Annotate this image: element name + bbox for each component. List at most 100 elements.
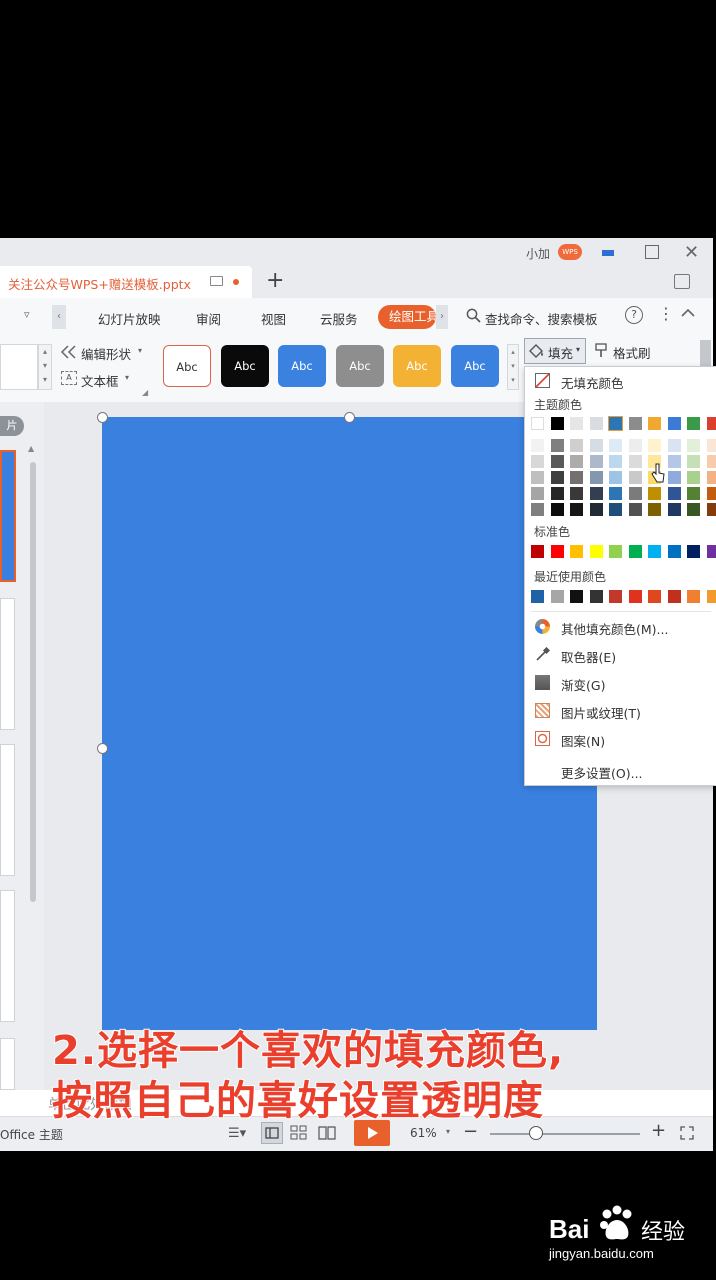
theme-color-swatch[interactable] — [550, 439, 564, 452]
panel-scroll-up-icon[interactable]: ▲ — [28, 444, 34, 453]
more-fill-colors-option[interactable]: 其他填充颜色(M)... — [525, 614, 716, 640]
fill-arrow-icon[interactable]: ▾ — [576, 345, 580, 354]
theme-color-swatch[interactable] — [550, 487, 564, 500]
theme-color-swatch[interactable] — [628, 487, 642, 500]
theme-color-swatch[interactable] — [687, 471, 700, 484]
theme-color-swatch[interactable] — [589, 439, 603, 452]
theme-color-swatch[interactable] — [589, 487, 603, 500]
gallery-scroll-icon[interactable]: ▴ ▾ ▾ — [38, 344, 52, 390]
shape-style-4[interactable]: Abc — [336, 345, 384, 387]
theme-color-swatch[interactable] — [648, 417, 661, 430]
resize-handle-top-middle[interactable] — [344, 412, 355, 423]
dropdown-small-icon[interactable]: ▿ — [24, 308, 30, 321]
standard-color-swatch[interactable] — [706, 545, 716, 558]
theme-color-swatch[interactable] — [706, 439, 716, 452]
theme-color-swatch[interactable] — [570, 417, 583, 430]
pattern-option[interactable]: 图案(N) — [525, 726, 716, 752]
recent-color-swatch[interactable] — [531, 590, 544, 603]
theme-color-swatch[interactable] — [667, 503, 681, 516]
theme-color-swatch[interactable] — [589, 417, 603, 430]
edit-shape-arrow-icon[interactable]: ▾ — [138, 346, 142, 355]
reading-view-icon[interactable] — [318, 1125, 336, 1141]
standard-color-swatch[interactable] — [667, 545, 681, 558]
recent-color-swatch[interactable] — [706, 590, 716, 603]
fill-bucket-icon[interactable] — [527, 343, 545, 359]
theme-color-swatch[interactable] — [531, 503, 544, 516]
theme-color-swatch[interactable] — [570, 471, 583, 484]
edit-shape-button[interactable]: 编辑形状 — [81, 344, 131, 363]
shape-gallery-icon[interactable] — [0, 344, 38, 390]
standard-color-swatch[interactable] — [648, 545, 661, 558]
theme-color-swatch[interactable] — [687, 487, 700, 500]
theme-color-swatch[interactable] — [570, 439, 583, 452]
fill-button[interactable]: 填充 — [548, 343, 573, 362]
zoom-level[interactable]: 61% — [410, 1126, 437, 1140]
zoom-dropdown-icon[interactable]: ▾ — [446, 1127, 450, 1136]
theme-color-swatch[interactable] — [628, 417, 642, 430]
slide-sorter-icon[interactable] — [290, 1125, 308, 1141]
theme-color-swatch[interactable] — [609, 471, 622, 484]
zoom-in-icon[interactable]: + — [651, 1120, 666, 1141]
theme-color-swatch[interactable] — [628, 503, 642, 516]
user-name[interactable]: 小加 — [526, 245, 550, 262]
search-icon[interactable] — [466, 308, 481, 323]
slide-thumbnail-5[interactable] — [0, 1038, 15, 1090]
sidebar-toggle-icon[interactable] — [674, 274, 690, 289]
new-tab-plus-icon[interactable]: + — [266, 268, 284, 293]
slide-thumbnail-2[interactable] — [0, 598, 15, 730]
recent-color-swatch[interactable] — [550, 590, 564, 603]
recent-color-swatch[interactable] — [628, 590, 642, 603]
theme-color-swatch[interactable] — [687, 455, 700, 468]
theme-color-swatch[interactable] — [609, 439, 622, 452]
theme-color-swatch[interactable] — [550, 471, 564, 484]
recent-color-swatch[interactable] — [648, 590, 661, 603]
theme-color-swatch[interactable] — [706, 417, 716, 430]
format-brush-icon[interactable] — [594, 342, 608, 358]
theme-color-swatch[interactable] — [687, 417, 700, 430]
style-gallery-scroll-icon[interactable]: ▴ ▾ ▾ — [507, 344, 519, 390]
theme-color-swatch[interactable] — [531, 471, 544, 484]
theme-color-swatch[interactable] — [706, 455, 716, 468]
menu-cloud[interactable]: 云服务 — [320, 309, 358, 328]
shape-style-3[interactable]: Abc — [278, 345, 326, 387]
theme-color-swatch[interactable] — [687, 503, 700, 516]
theme-color-swatch[interactable] — [570, 455, 583, 468]
theme-color-swatch[interactable] — [531, 455, 544, 468]
recent-color-swatch[interactable] — [589, 590, 603, 603]
window-layout-icon[interactable] — [602, 250, 614, 256]
slide-thumbnail-4[interactable] — [0, 890, 15, 1022]
theme-color-swatch[interactable] — [531, 439, 544, 452]
recent-color-swatch[interactable] — [667, 590, 681, 603]
theme-color-swatch[interactable] — [628, 455, 642, 468]
collapse-ribbon-icon[interactable] — [680, 305, 696, 321]
standard-color-swatch[interactable] — [531, 545, 544, 558]
theme-color-swatch[interactable] — [609, 487, 622, 500]
theme-color-swatch[interactable] — [550, 455, 564, 468]
recent-color-swatch[interactable] — [609, 590, 622, 603]
slide-thumbnail-3[interactable] — [0, 744, 15, 876]
recent-color-swatch[interactable] — [570, 590, 583, 603]
recent-color-swatch[interactable] — [687, 590, 700, 603]
panel-scrollbar[interactable] — [30, 462, 36, 902]
format-brush-button[interactable]: 格式刷 — [613, 343, 651, 362]
theme-color-swatch[interactable] — [706, 487, 716, 500]
theme-color-swatch[interactable] — [648, 439, 661, 452]
theme-color-swatch[interactable] — [531, 487, 544, 500]
resize-handle-middle-left[interactable] — [97, 743, 108, 754]
theme-color-swatch[interactable] — [648, 487, 661, 500]
standard-color-swatch[interactable] — [570, 545, 583, 558]
theme-color-swatch[interactable] — [648, 503, 661, 516]
theme-color-swatch[interactable] — [667, 417, 681, 430]
close-icon[interactable]: ✕ — [684, 242, 699, 263]
resize-handle-top-left[interactable] — [97, 412, 108, 423]
menu-review[interactable]: 审阅 — [196, 309, 221, 328]
theme-color-swatch[interactable] — [589, 503, 603, 516]
theme-color-swatch[interactable] — [628, 471, 642, 484]
help-icon[interactable]: ? — [625, 306, 643, 324]
theme-color-swatch[interactable] — [667, 455, 681, 468]
theme-color-swatch[interactable] — [608, 416, 623, 431]
menu-scroll-right-icon[interactable]: › — [436, 305, 448, 329]
text-box-icon[interactable]: A — [61, 371, 77, 385]
theme-color-swatch[interactable] — [589, 455, 603, 468]
standard-color-swatch[interactable] — [628, 545, 642, 558]
